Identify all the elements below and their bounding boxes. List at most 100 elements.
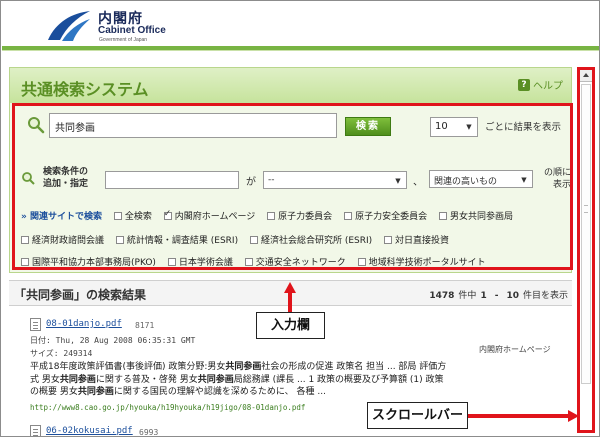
related-site-pko[interactable]: 国際平和協力本部事務局(PKO) <box>21 255 156 268</box>
arrow-shaft <box>288 292 292 312</box>
sort-order-label-line1: の順に <box>543 168 571 178</box>
chevron-down-icon: ▼ <box>521 176 527 184</box>
input-area-callout: 入力欄 <box>256 312 325 339</box>
search-button[interactable]: 検索 <box>345 117 391 136</box>
snippet-text: 社会の形成の促進 政策名 担当 ... 部局 評価方 <box>261 362 447 372</box>
related-site-label: 全検索 <box>124 212 152 222</box>
related-site-scj[interactable]: 日本学術会議 <box>167 255 233 268</box>
help-label[interactable]: ヘルプ <box>533 77 563 92</box>
checkbox[interactable] <box>267 212 276 220</box>
scrollbar-thumb[interactable] <box>581 84 591 384</box>
results-title-close: 」の検索結果 <box>74 288 147 302</box>
condition-label: 検索条件の 追加・指定 <box>43 166 88 190</box>
snippet-text: に関する普及・啓発 男女 <box>95 374 198 385</box>
checkbox[interactable] <box>21 258 29 266</box>
condition-keyword-input[interactable] <box>105 171 239 189</box>
search-input[interactable]: 共同参画 <box>49 113 337 138</box>
related-sites-row-3: 国際平和協力本部事務局(PKO) 日本学術会議 交通安全ネットワーク 地域科学技… <box>21 255 495 269</box>
snippet-highlight: 共同参画 <box>225 362 262 372</box>
results-count: 1478 件中 1-10 件目を表示 <box>425 288 568 301</box>
checkbox[interactable] <box>244 258 253 266</box>
results-title-open: 「 <box>14 288 27 302</box>
condition-field-value: -- <box>268 175 275 185</box>
related-site-label: 男女共同参画局 <box>449 212 513 222</box>
scroll-up-button[interactable] <box>580 70 592 82</box>
sort-order-label: の順に 表示 <box>541 167 571 191</box>
related-site-label: 経済社会総合研究所 (ESRI) <box>260 236 373 246</box>
related-site-cabinet-office[interactable]: 内閣府ホームページ <box>163 209 255 222</box>
help-icon[interactable]: ? <box>518 78 530 91</box>
results-total: 1478 <box>429 291 455 301</box>
related-sites-heading-text: 関連サイトで検索 <box>29 212 102 222</box>
results-from: 1 <box>480 291 487 301</box>
related-site-label: 日本学術会議 <box>178 258 233 268</box>
result-source: 内閣府ホームページ <box>479 345 551 354</box>
checkbox[interactable] <box>438 212 447 220</box>
result-url[interactable]: http://www8.cao.go.jp/hyouka/h19hyouka/h… <box>30 403 305 412</box>
condition-label-line1: 検索条件の <box>43 167 89 177</box>
vertical-scrollbar[interactable] <box>577 67 595 433</box>
related-site-label: 原子力安全委員会 <box>355 212 428 222</box>
scrollbar-callout: スクロールバー <box>367 402 468 429</box>
checkbox[interactable] <box>115 236 124 244</box>
chevron-down-icon: ▼ <box>466 123 472 131</box>
snippet-text: 平成18年度政策評価書(事後評価) 政策分野:男女 <box>30 362 226 372</box>
related-site-nsc[interactable]: 原子力安全委員会 <box>344 209 427 222</box>
results-per-page-select[interactable]: 10 ▼ <box>430 117 478 137</box>
pdf-document-icon <box>30 425 41 436</box>
snippet-highlight: 共同参画 <box>197 374 234 385</box>
sort-order-value: 関連の高いもの <box>434 177 498 187</box>
results-title: 「共同参画」の検索結果 <box>14 286 146 303</box>
snippet-highlight: 共同参画 <box>59 374 96 385</box>
results-per-page-label: ごとに結果を表示 <box>485 122 562 133</box>
related-site-label: 地域科学技術ポータルサイト <box>368 258 486 268</box>
page-title: 共通検索システム <box>21 80 149 99</box>
condition-field-select[interactable]: -- ▼ <box>263 171 407 189</box>
condition-particle: が <box>246 177 256 188</box>
result-link[interactable]: 06-02kokusai.pdf <box>46 426 133 436</box>
related-sites-row-1: » 関連サイトで検索 全検索 内閣府ホームページ 原子力委員会 原子力安全委員会… <box>21 209 522 223</box>
related-site-esri[interactable]: 経済社会総合研究所 (ESRI) <box>249 233 373 246</box>
related-site-regional-science[interactable]: 地域科学技術ポータルサイト <box>357 255 486 268</box>
checkbox[interactable] <box>249 236 258 244</box>
result-file-id: 6993 <box>139 428 159 437</box>
related-site-aec[interactable]: 原子力委員会 <box>267 209 332 222</box>
sort-order-label-line2: 表示 <box>552 180 571 190</box>
sort-order-select[interactable]: 関連の高いもの ▼ <box>429 170 533 188</box>
checkbox[interactable] <box>21 236 29 244</box>
related-site-label: 原子力委員会 <box>278 212 333 222</box>
related-site-fdi[interactable]: 対日直接投資 <box>384 233 449 246</box>
checkbox[interactable] <box>357 258 366 266</box>
checkbox[interactable] <box>384 236 393 244</box>
result-link[interactable]: 08-01danjo.pdf <box>46 319 122 329</box>
related-site-all[interactable]: 全検索 <box>113 209 152 222</box>
related-sites-heading: » 関連サイトで検索 <box>21 212 102 222</box>
checkbox-checked[interactable] <box>163 209 172 220</box>
pdf-document-icon <box>30 318 41 331</box>
results-title-query: 共同参画 <box>26 288 75 302</box>
related-site-statistics[interactable]: 統計情報・調査結果 (ESRI) <box>115 233 239 246</box>
logo-subtitle: Government of Japan <box>99 37 148 43</box>
related-site-gender-equality[interactable]: 男女共同参画局 <box>438 209 513 222</box>
related-site-label: 経済財政諮問会議 <box>32 236 105 246</box>
cabinet-office-logo-icon[interactable] <box>46 8 92 44</box>
snippet-highlight: 共同参画 <box>77 387 114 397</box>
header-divider-light <box>2 50 599 51</box>
result-snippet: 平成18年度政策評価書(事後評価) 政策分野:男女共同参画社会の形成の促進 政策… <box>30 361 570 399</box>
checkbox[interactable] <box>113 212 122 220</box>
snippet-text: 式 男女 <box>30 374 60 385</box>
related-site-label: 国際平和協力本部事務局(PKO) <box>32 258 156 268</box>
result-date: 日付: Thu, 28 Aug 2008 06:35:31 GMT <box>30 336 196 345</box>
snippet-text: 局総務課 (課長 ... 1 政策の概要及び予算額 (1) 政策 <box>233 374 444 385</box>
snippet-line-2: 式 男女共同参画に関する普及・啓発 男女共同参画局総務課 (課長 ... 1 政… <box>30 374 570 387</box>
related-site-label: 統計情報・調査結果 (ESRI) <box>126 236 239 246</box>
scrollbar-grip-icon <box>584 205 588 213</box>
result-size: サイズ: 249314 <box>30 349 93 358</box>
results-total-suffix: 件中 <box>458 291 477 301</box>
checkbox[interactable] <box>167 258 176 266</box>
related-site-cefp[interactable]: 経済財政諮問会議 <box>21 233 104 246</box>
help-link[interactable]: ? ヘルプ <box>518 77 563 92</box>
checkbox[interactable] <box>344 212 353 220</box>
related-site-traffic-safety[interactable]: 交通安全ネットワーク <box>244 255 346 268</box>
system-title-bar: 共通検索システム ? ヘルプ <box>9 67 572 103</box>
